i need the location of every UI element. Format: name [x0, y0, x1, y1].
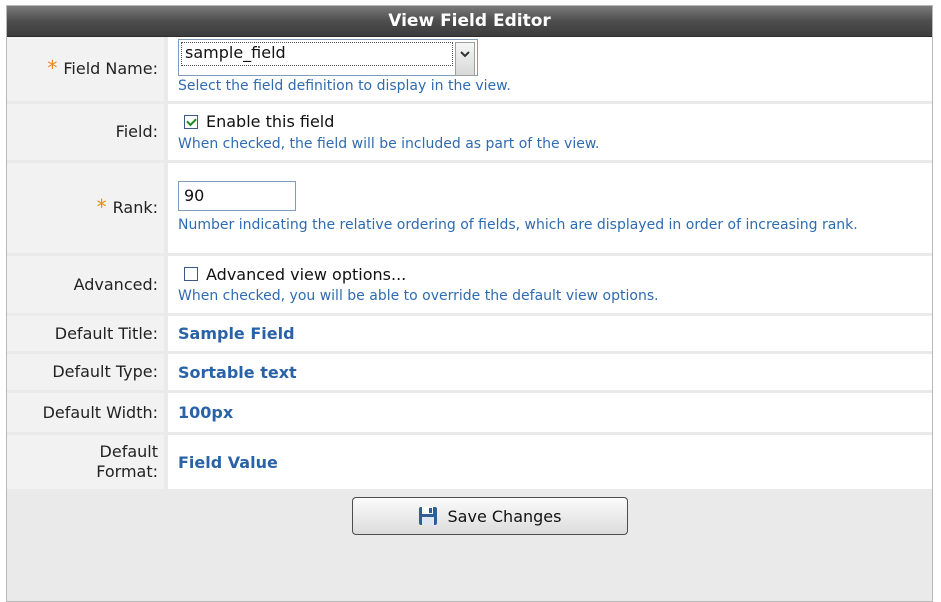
rank-input[interactable]: 90: [178, 180, 296, 211]
field-name-label: * Field Name:: [7, 37, 164, 101]
rank-hint: Number indicating the relative ordering …: [178, 216, 858, 233]
enable-field-option[interactable]: Enable this field: [178, 110, 922, 134]
save-changes-label: Save Changes: [447, 506, 562, 526]
field-label: Field:: [7, 104, 164, 160]
field-name-selected-value: sample_field: [185, 43, 286, 62]
required-marker: *: [47, 56, 58, 80]
default-width-label: Default Width:: [7, 393, 164, 432]
default-title-value: Sample Field: [178, 324, 295, 343]
enable-field-checkbox-label[interactable]: Enable this field: [206, 112, 334, 131]
default-type-cell: Sortable text: [168, 354, 932, 390]
default-type-label: Default Type:: [7, 354, 164, 390]
rank-row: * Rank: 90 Number indicating the relativ…: [7, 163, 932, 256]
default-type-row: Default Type: Sortable text: [7, 354, 932, 393]
advanced-cell: Advanced view options... When checked, y…: [168, 256, 932, 313]
default-type-value: Sortable text: [178, 362, 297, 382]
advanced-row: Advanced: Advanced view options... When …: [7, 256, 932, 316]
floppy-disk-icon: [418, 507, 437, 525]
default-format-value: Field Value: [178, 452, 278, 472]
enable-field-checkbox[interactable]: [184, 114, 198, 129]
advanced-options-checkbox[interactable]: [184, 267, 198, 281]
advanced-options-checkbox-label[interactable]: Advanced view options...: [206, 265, 406, 284]
field-name-hint: Select the field definition to display i…: [178, 78, 511, 94]
field-enable-cell: Enable this field When checked, the fiel…: [168, 104, 932, 160]
default-format-cell: Field Value: [168, 435, 932, 489]
chevron-down-icon[interactable]: [455, 42, 475, 76]
default-title-cell: Sample Field: [168, 316, 932, 351]
editor-footer: Save Changes: [7, 489, 932, 543]
rank-label: * Rank:: [7, 163, 164, 253]
field-name-select[interactable]: sample_field: [178, 39, 478, 76]
save-changes-button[interactable]: Save Changes: [351, 497, 628, 535]
default-format-row: Default Format: Field Value: [7, 435, 932, 489]
default-title-row: Default Title: Sample Field: [7, 316, 932, 354]
required-marker: *: [96, 195, 107, 219]
advanced-options-option[interactable]: Advanced view options...: [178, 262, 922, 286]
advanced-label: Advanced:: [7, 256, 164, 313]
default-width-cell: 100px: [168, 393, 932, 432]
rank-cell: 90 Number indicating the relative orderi…: [168, 163, 932, 253]
default-format-label: Default Format:: [7, 435, 164, 489]
advanced-hint: When checked, you will be able to overri…: [178, 288, 659, 304]
default-width-row: Default Width: 100px: [7, 393, 932, 435]
field-enable-row: Field: Enable this field When checked, t…: [7, 104, 932, 163]
view-field-editor: View Field Editor * Field Name: sample_f…: [6, 5, 933, 602]
field-enable-hint: When checked, the field will be included…: [178, 135, 600, 152]
editor-title: View Field Editor: [7, 6, 932, 37]
field-name-row: * Field Name: sample_field Select the fi…: [7, 37, 932, 104]
default-title-label: Default Title:: [7, 316, 164, 351]
field-name-cell: sample_field Select the field definition…: [168, 37, 932, 101]
default-width-value: 100px: [178, 403, 234, 422]
